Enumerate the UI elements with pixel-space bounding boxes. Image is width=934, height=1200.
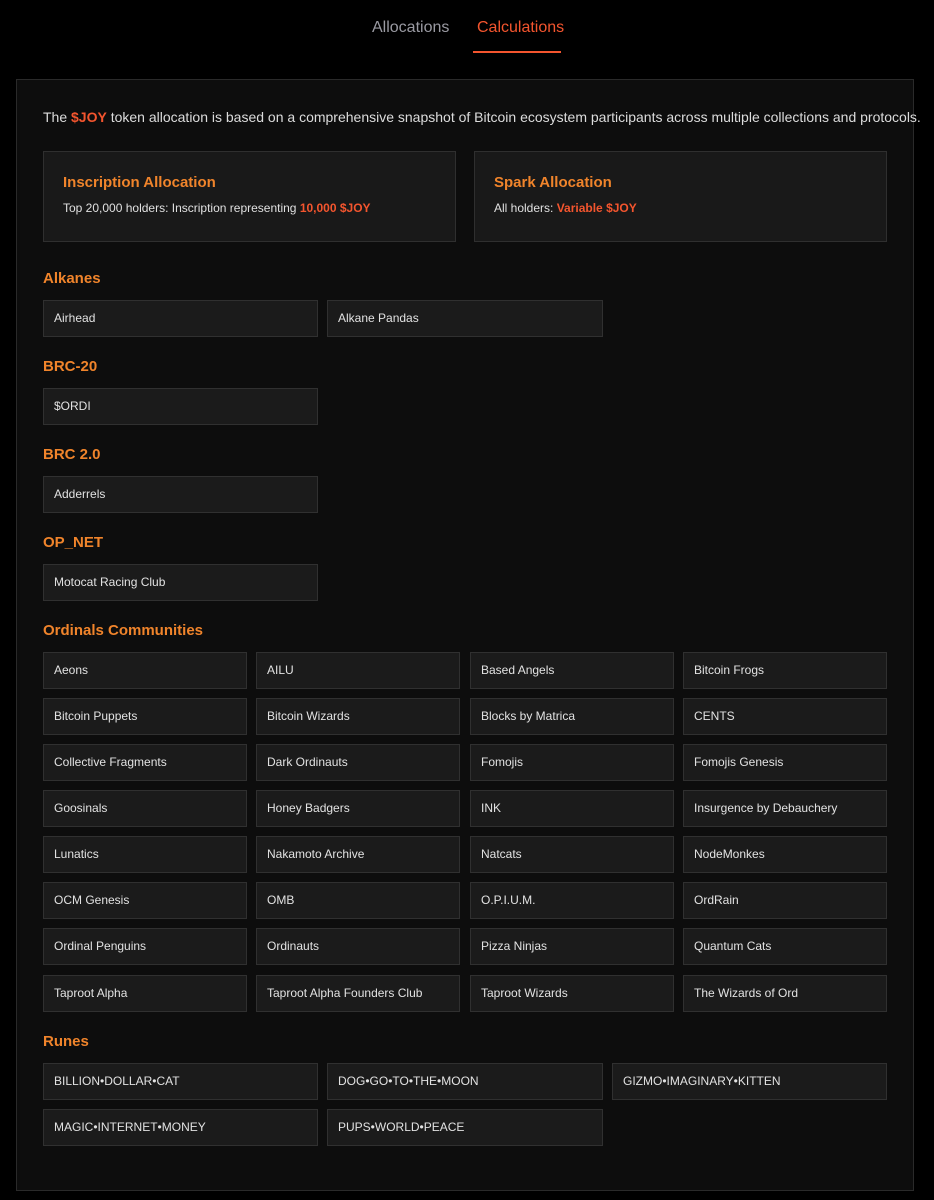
list-item[interactable]: Dark Ordinauts (256, 744, 460, 781)
intro-text: The $JOY token allocation is based on a … (43, 108, 921, 126)
list-item[interactable]: Goosinals (43, 790, 247, 827)
tab-calculations[interactable]: Calculations (477, 18, 564, 38)
list-item[interactable]: Bitcoin Frogs (683, 652, 887, 689)
list-item[interactable]: INK (470, 790, 674, 827)
list-item[interactable]: Collective Fragments (43, 744, 247, 781)
list-item[interactable]: Motocat Racing Club (43, 564, 318, 601)
list-item[interactable]: Insurgence by Debauchery (683, 790, 887, 827)
list-item[interactable]: $ORDI (43, 388, 318, 425)
list-item[interactable]: The Wizards of Ord (683, 975, 887, 1012)
list-item[interactable]: Bitcoin Puppets (43, 698, 247, 735)
list-item[interactable]: GIZMO•IMAGINARY•KITTEN (612, 1063, 887, 1100)
list-item[interactable]: Blocks by Matrica (470, 698, 674, 735)
list-item[interactable]: NodeMonkes (683, 836, 887, 873)
section-title-runes: Runes (43, 1033, 89, 1050)
intro-pre: The (43, 109, 72, 125)
section-title-opnet: OP_NET (43, 534, 104, 551)
list-item[interactable]: Ordinal Penguins (43, 928, 247, 965)
list-item[interactable]: OCM Genesis (43, 882, 247, 919)
list-item[interactable]: Bitcoin Wizards (256, 698, 460, 735)
section-title-brc20: BRC-20 (43, 358, 98, 375)
list-item[interactable]: OMB (256, 882, 460, 919)
list-item[interactable]: Honey Badgers (256, 790, 460, 827)
list-item[interactable]: Lunatics (43, 836, 247, 873)
list-item[interactable]: Pizza Ninjas (470, 928, 674, 965)
spark-desc-text: All holders: (494, 201, 557, 215)
spark-desc-value: Variable $JOY (556, 201, 637, 215)
section-title-alkanes: Alkanes (43, 270, 101, 287)
inscription-allocation-title: Inscription Allocation (63, 174, 216, 191)
spark-allocation-title: Spark Allocation (494, 174, 612, 191)
tab-allocations[interactable]: Allocations (372, 18, 449, 38)
inscription-desc-value: 10,000 $JOY (299, 201, 371, 215)
spark-allocation-desc: All holders: Variable $JOY (494, 201, 637, 215)
list-item[interactable]: AILU (256, 652, 460, 689)
spark-allocation-card: Spark Allocation All holders: Variable $… (474, 151, 887, 242)
section-title-brc2: BRC 2.0 (43, 446, 101, 463)
calculations-panel: The $JOY token allocation is based on a … (16, 79, 921, 1191)
list-item[interactable]: Natcats (470, 836, 674, 873)
list-item[interactable]: Based Angels (470, 652, 674, 689)
list-item[interactable]: MAGIC•INTERNET•MONEY (43, 1109, 318, 1146)
list-item[interactable]: Fomojis (470, 744, 674, 781)
intro-post: token allocation is based on a comprehen… (106, 109, 921, 125)
list-item[interactable]: Nakamoto Archive (256, 836, 460, 873)
inscription-desc-text: Top 20,000 holders: Inscription represen… (63, 201, 300, 215)
active-tab-indicator (473, 51, 561, 53)
list-item[interactable]: Taproot Wizards (470, 975, 674, 1012)
list-item[interactable]: Airhead (43, 300, 318, 337)
intro-token: $JOY (71, 109, 107, 125)
tab-bar: Allocations Calculations (0, 0, 934, 60)
inscription-allocation-desc: Top 20,000 holders: Inscription represen… (63, 201, 371, 215)
inscription-allocation-card: Inscription Allocation Top 20,000 holder… (43, 151, 456, 242)
section-title-ordinals: Ordinals Communities (43, 622, 204, 639)
list-item[interactable]: BILLION•DOLLAR•CAT (43, 1063, 318, 1100)
list-item[interactable]: CENTS (683, 698, 887, 735)
list-item[interactable]: O.P.I.U.M. (470, 882, 674, 919)
list-item[interactable]: Ordinauts (256, 928, 460, 965)
list-item[interactable]: OrdRain (683, 882, 887, 919)
list-item[interactable]: Fomojis Genesis (683, 744, 887, 781)
list-item[interactable]: Adderrels (43, 476, 318, 513)
list-item[interactable]: Alkane Pandas (327, 300, 603, 337)
list-item[interactable]: Taproot Alpha (43, 975, 247, 1012)
list-item[interactable]: Taproot Alpha Founders Club (256, 975, 460, 1012)
list-item[interactable]: Quantum Cats (683, 928, 887, 965)
list-item[interactable]: Aeons (43, 652, 247, 689)
list-item[interactable]: DOG•GO•TO•THE•MOON (327, 1063, 603, 1100)
list-item[interactable]: PUPS•WORLD•PEACE (327, 1109, 603, 1146)
